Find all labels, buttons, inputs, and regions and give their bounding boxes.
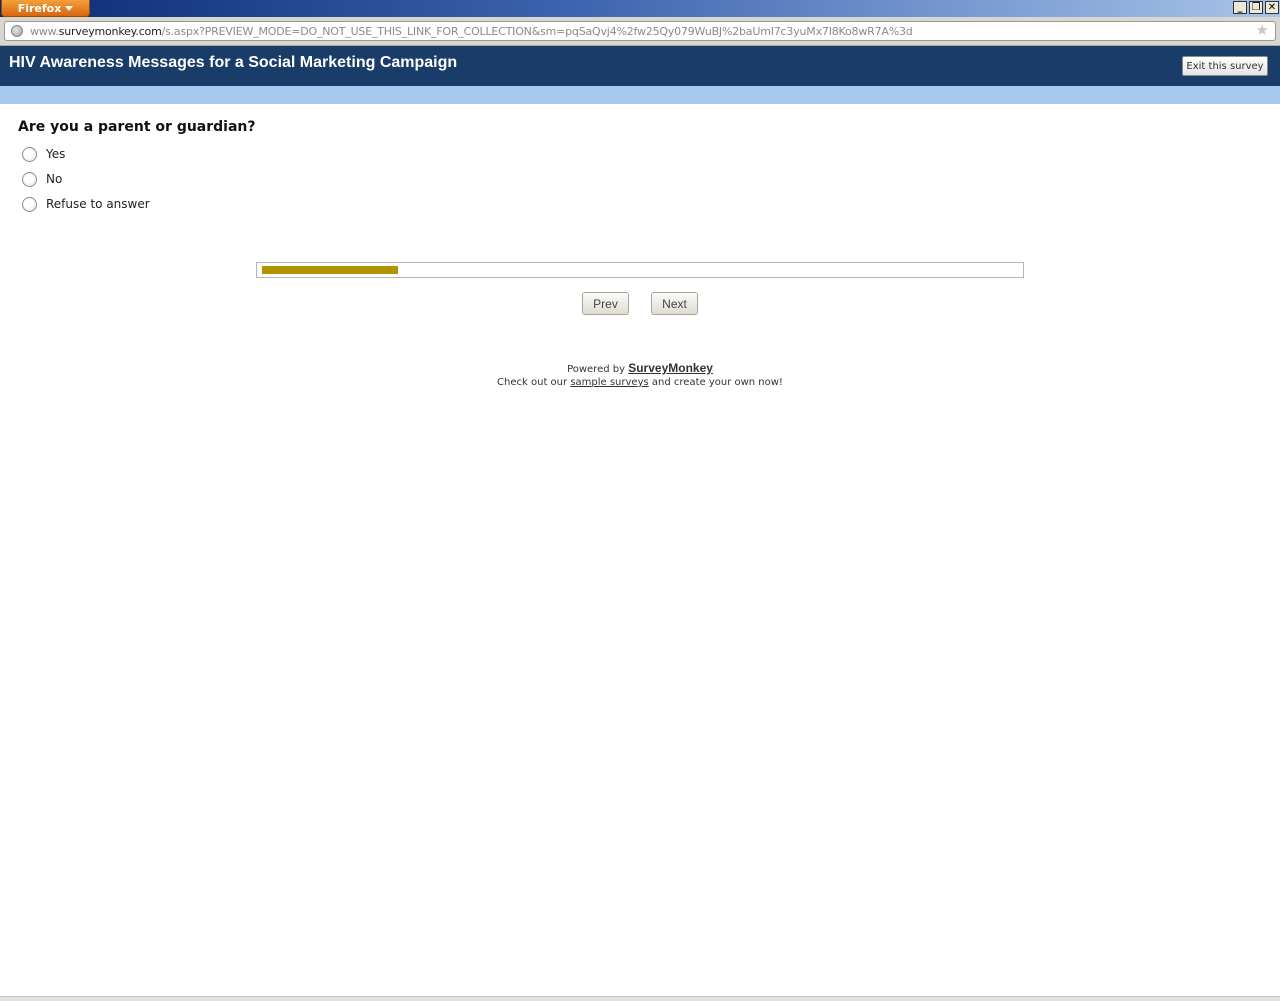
option-yes[interactable]: Yes [22,145,65,163]
surveymonkey-link[interactable]: SurveyMonkey [628,361,713,375]
option-no[interactable]: No [22,170,62,188]
minimize-icon[interactable]: _ [1233,1,1247,14]
radio-button[interactable] [22,171,37,187]
url-text: www.surveymonkey.com/s.aspx?PREVIEW_MODE… [30,25,913,38]
restore-icon[interactable]: ❐ [1249,1,1263,14]
url-path: /s.aspx?PREVIEW_MODE=DO_NOT_USE_THIS_LIN… [161,25,913,38]
exit-survey-button[interactable]: Exit this survey [1182,56,1268,76]
browser-navbar: www.surveymonkey.com/s.aspx?PREVIEW_MODE… [0,17,1280,46]
sample-surveys-link[interactable]: sample surveys [570,377,648,388]
firefox-menu-label: Firefox [17,1,62,15]
survey-title: HIV Awareness Messages for a Social Mark… [9,54,458,71]
browser-titlebar: Firefox _ ❐ ✕ [0,0,1280,17]
prev-button[interactable]: Prev [582,292,629,315]
checkout-prefix: Check out our [497,377,568,388]
radio-button[interactable] [22,196,37,212]
checkout-suffix: and create your own now! [651,377,783,388]
powered-prefix: Powered by [567,364,626,375]
window-controls: _ ❐ ✕ [1233,1,1279,14]
powered-by: Powered by SurveyMonkey [0,361,1280,375]
progress-bar [256,262,1024,278]
browser-status-edge [0,996,1280,1001]
option-label: Yes [46,147,66,161]
site-identity-icon[interactable] [11,25,23,37]
progress-fill [262,266,398,274]
next-button[interactable]: Next [651,292,698,315]
radio-button[interactable] [22,146,37,162]
checkout-line: Check out our sample surveys and create … [0,377,1280,388]
bookmark-star-icon[interactable]: ★ [1256,23,1269,39]
option-label: Refuse to answer [46,197,150,211]
close-icon[interactable]: ✕ [1265,1,1279,14]
option-refuse[interactable]: Refuse to answer [22,195,150,213]
option-label: No [46,172,63,186]
survey-header: HIV Awareness Messages for a Social Mark… [0,46,1280,86]
url-domain: surveymonkey.com [58,25,162,38]
dropdown-arrow-icon [65,6,74,11]
header-subbar [0,86,1280,104]
firefox-menu-button[interactable]: Firefox [1,0,90,17]
question-text: Are you a parent or guardian? [18,119,256,135]
url-prefix: www. [30,25,59,38]
url-bar[interactable]: www.surveymonkey.com/s.aspx?PREVIEW_MODE… [4,21,1276,41]
